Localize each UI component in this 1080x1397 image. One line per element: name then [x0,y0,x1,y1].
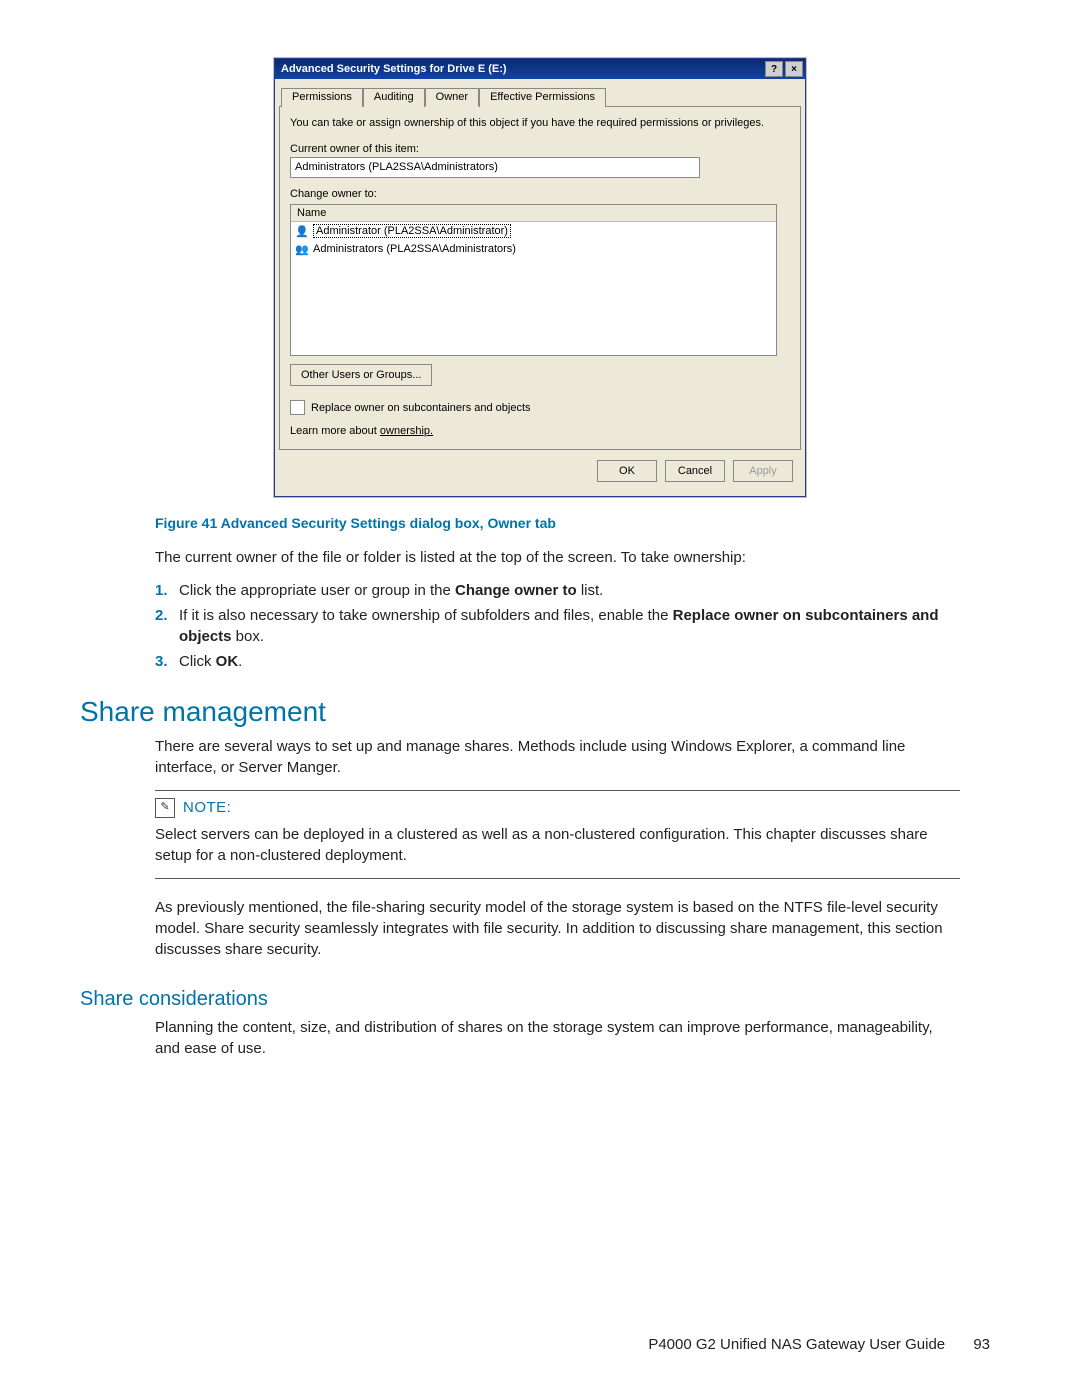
step-number: 1. [155,580,179,601]
share-management-heading: Share management [80,696,1000,728]
learn-more-text: Learn more about ownership. [290,425,790,437]
intro-paragraph: The current owner of the file or folder … [155,547,960,568]
dialog-title: Advanced Security Settings for Drive E (… [281,63,763,75]
figure-caption: Figure 41 Advanced Security Settings dia… [155,515,1000,531]
owner-description: You can take or assign ownership of this… [290,117,790,129]
after-note-paragraph: As previously mentioned, the file-sharin… [155,897,960,960]
step-2: 2. If it is also necessary to take owner… [155,605,960,647]
share-considerations-heading: Share considerations [80,988,1000,1011]
share-management-paragraph: There are several ways to set up and man… [155,736,960,778]
step-text: Click the appropriate user or group in t… [179,580,603,601]
note-icon: ✎ [155,798,175,818]
other-users-button[interactable]: Other Users or Groups... [290,364,432,386]
current-owner-label: Current owner of this item: [290,143,790,155]
ownership-steps: 1. Click the appropriate user or group i… [155,580,960,672]
share-considerations-paragraph: Planning the content, size, and distribu… [155,1017,960,1059]
replace-owner-checkbox[interactable] [290,400,305,415]
help-icon[interactable]: ? [765,61,783,77]
step-number: 3. [155,651,179,672]
list-item-label: Administrator (PLA2SSA\Administrator) [313,224,511,238]
advanced-security-dialog: Advanced Security Settings for Drive E (… [274,58,806,497]
group-icon: 👥 [295,242,309,256]
list-item[interactable]: 👥 Administrators (PLA2SSA\Administrators… [291,240,776,258]
replace-owner-label: Replace owner on subcontainers and objec… [311,402,531,414]
step-number: 2. [155,605,179,647]
change-owner-list[interactable]: Name 👤 Administrator (PLA2SSA\Administra… [290,204,777,356]
tab-strip: Permissions Auditing Owner Effective Per… [281,87,799,106]
ownership-link[interactable]: ownership. [380,425,433,437]
step-3: 3. Click OK. [155,651,960,672]
divider [155,878,960,879]
step-1: 1. Click the appropriate user or group i… [155,580,960,601]
note-body: Select servers can be deployed in a clus… [155,824,960,866]
apply-button[interactable]: Apply [733,460,793,482]
tab-auditing[interactable]: Auditing [363,88,425,107]
owner-tab-panel: You can take or assign ownership of this… [279,106,801,450]
tab-owner[interactable]: Owner [425,88,479,107]
list-item-label: Administrators (PLA2SSA\Administrators) [313,243,516,255]
close-icon[interactable]: × [785,61,803,77]
divider [155,790,960,791]
step-text: Click OK. [179,651,242,672]
page-footer: P4000 G2 Unified NAS Gateway User Guide … [648,1336,990,1353]
tab-permissions[interactable]: Permissions [281,88,363,107]
ok-button[interactable]: OK [597,460,657,482]
step-text: If it is also necessary to take ownershi… [179,605,960,647]
user-icon: 👤 [295,224,309,238]
list-header-name[interactable]: Name [291,205,776,222]
dialog-titlebar: Advanced Security Settings for Drive E (… [275,59,805,79]
footer-doc-title: P4000 G2 Unified NAS Gateway User Guide [648,1336,945,1353]
tab-effective-permissions[interactable]: Effective Permissions [479,88,606,107]
learn-more-prefix: Learn more about [290,425,380,437]
list-item[interactable]: 👤 Administrator (PLA2SSA\Administrator) [291,222,776,240]
dialog-button-row: OK Cancel Apply [279,450,801,492]
change-owner-label: Change owner to: [290,188,790,200]
cancel-button[interactable]: Cancel [665,460,725,482]
current-owner-field[interactable]: Administrators (PLA2SSA\Administrators) [290,157,700,178]
footer-page-number: 93 [973,1336,990,1353]
note-label: NOTE: [183,797,231,818]
